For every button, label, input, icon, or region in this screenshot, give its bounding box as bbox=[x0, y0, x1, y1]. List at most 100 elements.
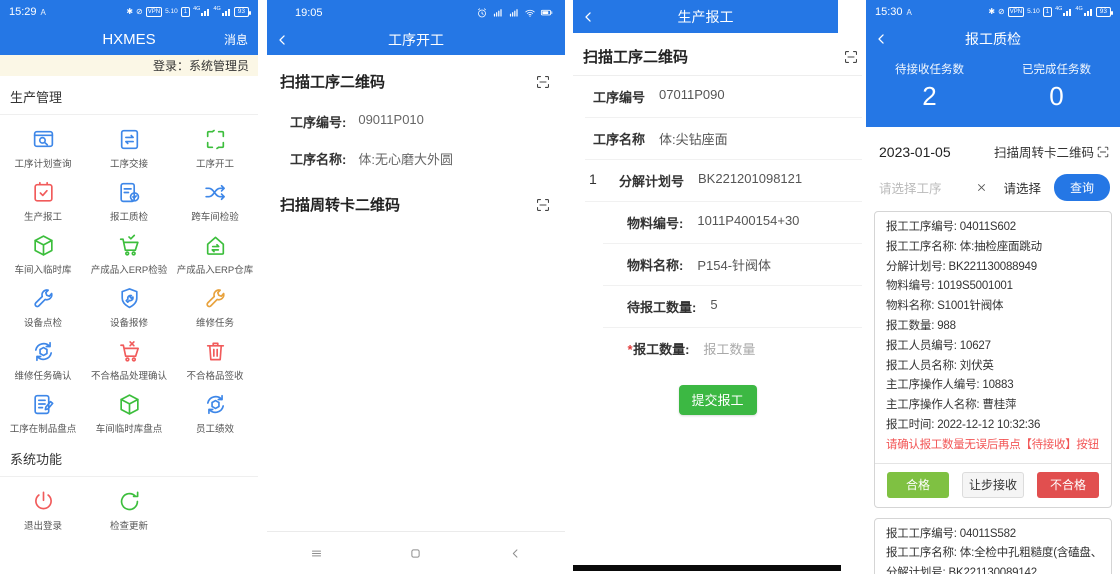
cart-x-icon bbox=[117, 338, 142, 365]
android-nav-bar bbox=[267, 531, 565, 574]
search-button[interactable]: 查询 bbox=[1054, 174, 1110, 201]
menu-item-plan-query[interactable]: 工序计划查询 bbox=[0, 120, 86, 173]
menu-item-check-update[interactable]: 检查更新 bbox=[86, 482, 172, 535]
screen-home: 15:29 A ✱ ⊘ VPN 5.10 1 4G 4G 93 HXMES 消息 bbox=[0, 0, 258, 574]
messages-link[interactable]: 消息 bbox=[224, 31, 248, 48]
flash-icon: ✱ bbox=[126, 8, 133, 16]
report-qty-input[interactable]: 报工数量 bbox=[703, 339, 755, 358]
menu-item-logout[interactable]: 退出登录 bbox=[0, 482, 86, 535]
scan-card-link[interactable]: 扫描周转卡二维码 bbox=[994, 142, 1110, 161]
nav-home-icon[interactable] bbox=[408, 546, 423, 561]
required-asterisk: * bbox=[627, 342, 632, 357]
scan-icon[interactable] bbox=[535, 74, 551, 90]
select-dropdown[interactable]: 请选择 bbox=[1003, 178, 1041, 197]
battery-icon: 93 bbox=[1096, 7, 1111, 18]
scan-process-row[interactable]: 扫描工序二维码 bbox=[267, 55, 565, 98]
menu-grid: 工序计划查询 工序交接 工序开工 生产报工 报工质检 跨车间检验 车间入临时库 … bbox=[0, 115, 258, 438]
card-row: 报工人员编号: 10627 bbox=[886, 337, 1100, 357]
screen-report-qc: 15:30 A ✱ ⊘ VPN 5.10 1 4G 4G 93 报工质检 bbox=[866, 0, 1120, 574]
menu-item-maintain-task-confirm[interactable]: 维修任务确认 bbox=[0, 332, 86, 385]
system-grid: 退出登录 检查更新 bbox=[0, 477, 258, 535]
date-label[interactable]: 2023-01-05 bbox=[879, 144, 951, 160]
menu-item-workshop-temp-in[interactable]: 车间入临时库 bbox=[0, 226, 86, 279]
menu-label: 检查更新 bbox=[110, 518, 148, 532]
menu-item-defect-handle-confirm[interactable]: 不合格品处理确认 bbox=[86, 332, 172, 385]
menu-label: 维修任务确认 bbox=[14, 368, 71, 382]
scan-process-label: 扫描工序二维码 bbox=[583, 46, 688, 67]
menu-item-erp-inspect-in[interactable]: 产成品入ERP检验 bbox=[86, 226, 172, 279]
menu-label: 车间临时库盘点 bbox=[96, 421, 163, 435]
stat-label: 待接收任务数 bbox=[866, 61, 993, 77]
field-value: P154-针阀体 bbox=[697, 255, 771, 274]
menu-item-maintain-task[interactable]: 维修任务 bbox=[172, 279, 258, 332]
stat-value: 2 bbox=[866, 81, 993, 112]
menu-item-production-report[interactable]: 生产报工 bbox=[0, 173, 86, 226]
menu-item-cross-workshop-inspect[interactable]: 跨车间检验 bbox=[172, 173, 258, 226]
menu-label: 报工质检 bbox=[110, 209, 148, 223]
signal-4g-icon: 4G bbox=[1075, 9, 1092, 16]
clear-icon[interactable] bbox=[975, 181, 988, 194]
menu-label: 设备报修 bbox=[110, 315, 148, 329]
menu-label: 设备点检 bbox=[24, 315, 62, 329]
menu-label: 不合格品签收 bbox=[186, 368, 243, 382]
process-select-input[interactable]: 请选择工序 bbox=[879, 178, 975, 197]
nav-back-icon[interactable] bbox=[508, 546, 523, 561]
field-value: 07011P090 bbox=[659, 87, 725, 106]
field-process-code: 工序编号: 09011P010 bbox=[267, 98, 565, 135]
menu-label: 生产报工 bbox=[24, 209, 62, 223]
menu-item-equip-repair[interactable]: 设备报修 bbox=[86, 279, 172, 332]
submit-report-button[interactable]: 提交报工 bbox=[679, 385, 757, 415]
menu-item-temp-store-count[interactable]: 车间临时库盘点 bbox=[86, 385, 172, 438]
concession-accept-button[interactable]: 让步接收 bbox=[962, 472, 1024, 498]
qc-card: 报工工序编号: 04011S582 报工工序名称: 体:全检中孔粗糙度(含磕盘、… bbox=[874, 518, 1112, 574]
menu-item-employee-kpi[interactable]: 员工绩效 bbox=[172, 385, 258, 438]
menu-label: 工序交接 bbox=[110, 156, 148, 170]
card-row: 物料名称: S1001针阀体 bbox=[886, 297, 1100, 317]
menu-item-report-qc[interactable]: 报工质检 bbox=[86, 173, 172, 226]
mute-icon: ⊘ bbox=[998, 8, 1005, 16]
back-icon[interactable] bbox=[275, 33, 290, 48]
confirm-warning: 请确认报工数量无误后再点【待接收】按钮 bbox=[886, 436, 1100, 456]
stat-value: 0 bbox=[993, 81, 1120, 112]
header-area: 19:05 工序开工 bbox=[267, 0, 565, 55]
status-left: 15:30 A bbox=[875, 6, 912, 18]
qc-card: 报工工序编号: 04011S602 报工工序名称: 体:抽检座面跳动 分解计划号… bbox=[874, 211, 1112, 508]
signal-4g-icon: 4G bbox=[193, 9, 210, 16]
page-title: 生产报工 bbox=[678, 7, 734, 27]
scan-icon[interactable] bbox=[843, 49, 859, 65]
menu-label: 维修任务 bbox=[196, 315, 234, 329]
back-icon[interactable] bbox=[581, 9, 596, 24]
status-time: 15:30 bbox=[875, 6, 903, 18]
status-icons: ✱ ⊘ VPN 5.10 1 4G 4G 93 bbox=[988, 7, 1111, 18]
page-title: 报工质检 bbox=[965, 29, 1021, 49]
refresh-icon bbox=[117, 488, 142, 515]
menu-label: 车间入临时库 bbox=[14, 262, 71, 276]
scan-process-row[interactable]: 扫描工序二维码 bbox=[573, 33, 862, 76]
card-row: 物料编号: 1019S5001001 bbox=[886, 277, 1100, 297]
menu-item-process-start[interactable]: 工序开工 bbox=[172, 120, 258, 173]
gesture-bar bbox=[573, 565, 841, 571]
nav-menu-icon[interactable] bbox=[309, 546, 324, 561]
filter-row: 请选择工序 请选择 查询 bbox=[866, 161, 1120, 201]
menu-item-process-handover[interactable]: 工序交接 bbox=[86, 120, 172, 173]
login-user: 登录：系统管理员 bbox=[153, 57, 249, 74]
back-icon[interactable] bbox=[874, 32, 889, 47]
menu-item-erp-warehouse-in[interactable]: 产成品入ERP仓库 bbox=[172, 226, 258, 279]
scan-card-row[interactable]: 扫描周转卡二维码 bbox=[267, 172, 565, 221]
menu-label: 工序开工 bbox=[196, 156, 234, 170]
pass-button[interactable]: 合格 bbox=[887, 472, 949, 498]
status-time: 19:05 bbox=[295, 7, 323, 19]
scan-process-label: 扫描工序二维码 bbox=[280, 71, 385, 92]
section-title-system: 系统功能 bbox=[0, 438, 258, 477]
menu-item-equip-spot-check[interactable]: 设备点检 bbox=[0, 279, 86, 332]
menu-item-wip-count[interactable]: 工序在制品盘点 bbox=[0, 385, 86, 438]
title-bar: 生产报工 bbox=[573, 0, 838, 33]
field-report-qty: *报工数量: 报工数量 bbox=[603, 328, 862, 369]
menu-item-defect-sign[interactable]: 不合格品签收 bbox=[172, 332, 258, 385]
field-label: 待报工数量: bbox=[627, 297, 696, 316]
box-icon bbox=[117, 391, 142, 418]
fail-button[interactable]: 不合格 bbox=[1037, 472, 1099, 498]
plan-detail-group: 物料编号: 1011P400154+30 物料名称: P154-针阀体 待报工数… bbox=[573, 202, 862, 369]
scan-icon[interactable] bbox=[535, 197, 551, 213]
vpn-badge: VPN bbox=[146, 7, 162, 17]
